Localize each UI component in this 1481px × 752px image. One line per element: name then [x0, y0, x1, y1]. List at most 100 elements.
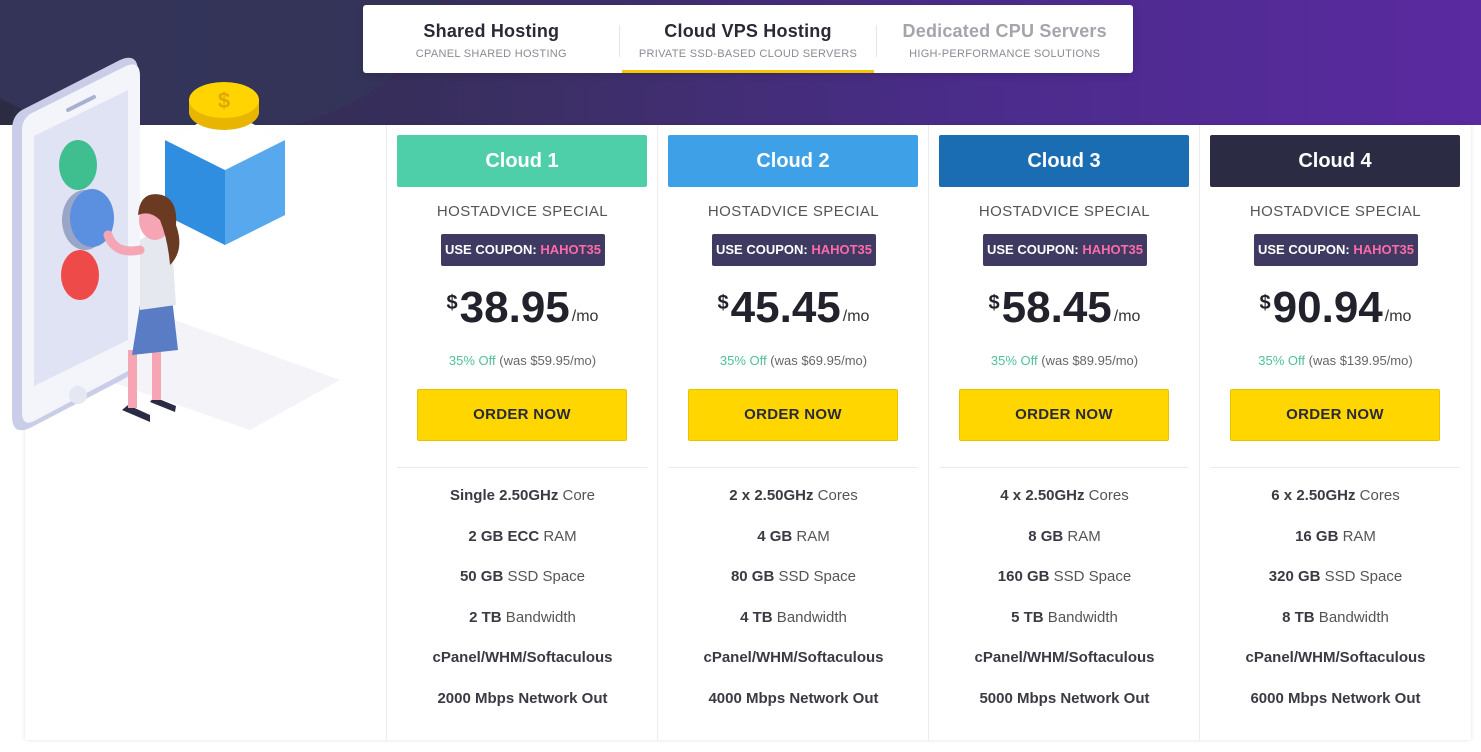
- feature-text: SSD Space: [1320, 568, 1403, 585]
- feature-bold: 16 GB: [1295, 527, 1339, 545]
- hosting-tabs: Shared Hosting CPANEL SHARED HOSTING Clo…: [363, 5, 1133, 73]
- feature-item: 2000 Mbps Network Out: [387, 686, 658, 727]
- feature-bold: 8 GB: [1028, 527, 1064, 545]
- tab-subtitle: CPANEL SHARED HOSTING: [415, 48, 567, 60]
- plan-name: Cloud 4: [1210, 135, 1460, 187]
- feature-item: 8 TB Bandwidth: [1200, 605, 1471, 646]
- plan-price: $ 45.45 /mo: [658, 280, 929, 336]
- tab-title: Dedicated CPU Servers: [902, 21, 1107, 41]
- price-period: /mo: [1113, 308, 1141, 325]
- feature-bold: 2 GB ECC: [468, 527, 540, 545]
- coupon-badge[interactable]: USE COUPON: HAHOT35: [441, 234, 605, 266]
- special-label: HOSTADVICE SPECIAL: [978, 203, 1151, 220]
- coupon-prefix: USE COUPON:: [986, 242, 1083, 257]
- feature-text: Core: [558, 487, 596, 504]
- feature-bold: 320 GB: [1268, 568, 1321, 585]
- feature-text: Cores: [1355, 487, 1400, 504]
- feature-list: 6 x 2.50GHz Cores 16 GB RAM 320 GB SSD Spa…: [1200, 483, 1471, 726]
- coupon-code: HAHOT35: [540, 242, 602, 257]
- feature-text: Cores: [1084, 487, 1129, 504]
- order-now-button[interactable]: ORDER NOW: [417, 389, 627, 441]
- currency-symbol: $: [988, 292, 1000, 314]
- feature-bold: 50 GB: [459, 568, 504, 585]
- feature-bold: cPanel/WHM/Softaculous: [974, 649, 1155, 666]
- feature-bold: 4 GB: [757, 527, 793, 545]
- feature-bold: cPanel/WHM/Softaculous: [432, 649, 613, 666]
- feature-item: 5 TB Bandwidth: [929, 605, 1200, 646]
- coin-icon: $: [165, 82, 285, 245]
- coupon-badge[interactable]: USE COUPON: HAHOT35: [1254, 234, 1418, 266]
- tab-divider: [619, 25, 620, 57]
- plan-card: Cloud 1 HOSTADVICE SPECIAL USE COUPON: H…: [386, 125, 657, 740]
- coupon-badge[interactable]: USE COUPON: HAHOT35: [983, 234, 1147, 266]
- feature-bold: 6000 Mbps Network Out: [1250, 689, 1421, 707]
- coupon-code: HAHOT35: [811, 242, 873, 257]
- coupon-prefix: USE COUPON:: [715, 242, 812, 257]
- plan-card: Cloud 2 HOSTADVICE SPECIAL USE COUPON: H…: [657, 125, 928, 740]
- coupon-prefix: USE COUPON:: [444, 242, 541, 257]
- tab-subtitle: HIGH-PERFORMANCE SOLUTIONS: [909, 48, 1101, 60]
- feature-text: SSD Space: [1049, 568, 1132, 585]
- price-amount: 38.95: [459, 283, 570, 332]
- feature-item: 320 GB SSD Space: [1200, 564, 1471, 605]
- feature-item: 2 GB ECC RAM: [387, 524, 658, 565]
- feature-text: RAM: [1063, 527, 1101, 545]
- feature-item: Single 2.50GHz Core: [387, 483, 658, 524]
- price-amount: 45.45: [730, 283, 841, 332]
- feature-bold: 5000 Mbps Network Out: [979, 689, 1150, 707]
- feature-item: 2 TB Bandwidth: [387, 605, 658, 646]
- feature-text: Bandwidth: [501, 608, 576, 626]
- discount-note: 35% Off (was $89.95/mo): [929, 353, 1200, 368]
- feature-bold: 160 GB: [997, 568, 1050, 585]
- feature-text: SSD Space: [774, 568, 857, 585]
- order-now-button[interactable]: ORDER NOW: [1230, 389, 1440, 441]
- feature-bold: 8 TB: [1282, 608, 1315, 626]
- feature-text: Bandwidth: [772, 608, 847, 626]
- price-amount: 90.94: [1272, 283, 1383, 332]
- tab-subtitle: PRIVATE SSD-BASED CLOUD SERVERS: [638, 48, 858, 60]
- feature-bold: Single 2.50GHz: [449, 487, 559, 504]
- coupon-badge[interactable]: USE COUPON: HAHOT35: [712, 234, 876, 266]
- feature-item: 2 x 2.50GHz Cores: [658, 483, 929, 524]
- feature-item: cPanel/WHM/Softaculous: [658, 645, 929, 686]
- feature-text: Bandwidth: [1043, 608, 1118, 626]
- tab-cloud-vps-hosting[interactable]: Cloud VPS Hosting PRIVATE SSD-BASED CLOU…: [620, 5, 877, 73]
- order-now-button[interactable]: ORDER NOW: [688, 389, 898, 441]
- currency-symbol: $: [446, 292, 458, 314]
- coupon-code: HAHOT35: [1353, 242, 1415, 257]
- price-period: /mo: [1384, 308, 1412, 325]
- feature-item: 6 x 2.50GHz Cores: [1200, 483, 1471, 524]
- pricing-page: $ Shared Hosting CPANEL SHARED HOSTING C…: [0, 0, 1481, 752]
- discount-note: 35% Off (was $59.95/mo): [387, 353, 658, 368]
- plan-price: $ 90.94 /mo: [1200, 280, 1471, 336]
- phone-icon: [12, 57, 140, 431]
- feature-bold: 80 GB: [730, 568, 775, 585]
- feature-list: 4 x 2.50GHz Cores 8 GB RAM 160 GB SSD Spac…: [929, 483, 1200, 726]
- discount-note: 35% Off (was $139.95/mo): [1200, 353, 1471, 368]
- feature-item: 4 x 2.50GHz Cores: [929, 483, 1200, 524]
- tab-dedicated-cpu-servers[interactable]: Dedicated CPU Servers HIGH-PERFORMANCE S…: [876, 5, 1133, 73]
- feature-bold: 4 x 2.50GHz: [1000, 487, 1085, 504]
- coupon-prefix: USE COUPON:: [1257, 242, 1354, 257]
- feature-item: 4 GB RAM: [658, 524, 929, 565]
- tab-divider: [876, 25, 877, 57]
- price-period: /mo: [571, 308, 599, 325]
- price-amount: 58.45: [1001, 283, 1112, 332]
- feature-list: Single 2.50GHz Core 2 GB ECC RAM 50 GB SSD…: [387, 483, 658, 726]
- feature-bold: 2 x 2.50GHz: [729, 487, 814, 504]
- phone-illustration: $: [12, 57, 340, 431]
- feature-item: 16 GB RAM: [1200, 524, 1471, 565]
- feature-item: 80 GB SSD Space: [658, 564, 929, 605]
- plan-price: $ 58.45 /mo: [929, 280, 1200, 336]
- feature-item: cPanel/WHM/Softaculous: [1200, 645, 1471, 686]
- feature-list: 2 x 2.50GHz Cores 4 GB RAM 80 GB SSD Space…: [658, 483, 929, 726]
- feature-item: 4 TB Bandwidth: [658, 605, 929, 646]
- plan-name: Cloud 2: [668, 135, 918, 187]
- feature-text: Cores: [813, 487, 858, 504]
- order-now-button[interactable]: ORDER NOW: [959, 389, 1169, 441]
- feature-item: 4000 Mbps Network Out: [658, 686, 929, 727]
- divider: [397, 467, 647, 468]
- tab-shared-hosting[interactable]: Shared Hosting CPANEL SHARED HOSTING: [363, 5, 620, 73]
- feature-bold: cPanel/WHM/Softaculous: [703, 649, 884, 666]
- discount-off: 35% Off: [719, 353, 767, 368]
